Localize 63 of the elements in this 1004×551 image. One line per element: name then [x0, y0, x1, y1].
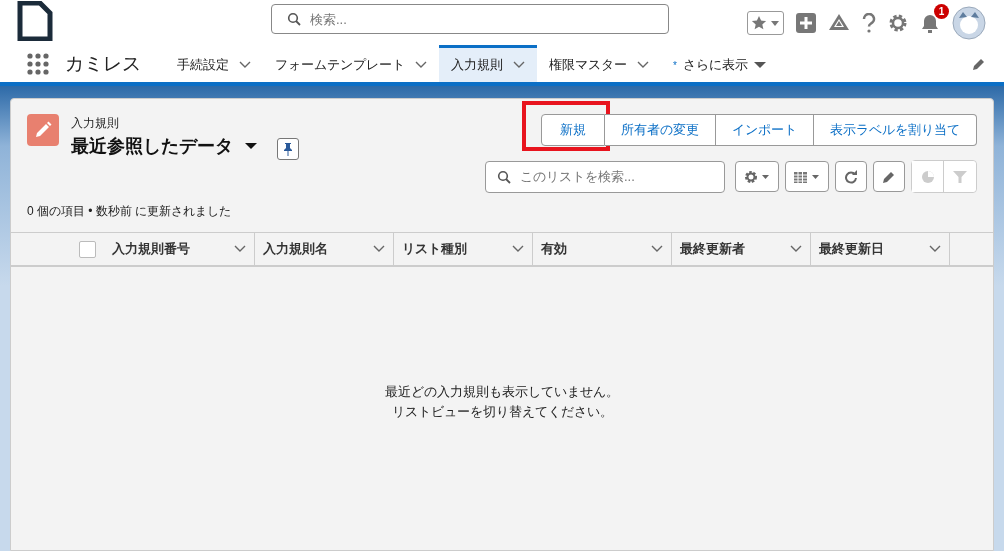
refresh-button[interactable]: [835, 161, 867, 192]
pin-button[interactable]: [277, 138, 299, 160]
search-icon: [287, 12, 301, 26]
column-header[interactable]: リスト種別: [394, 233, 533, 265]
chevron-icon: [512, 245, 524, 253]
pencil-icon: [27, 114, 59, 146]
help-icon[interactable]: [862, 12, 876, 33]
nav-tab[interactable]: 権限マスター: [537, 45, 661, 82]
list-search-field[interactable]: このリストを検索...: [485, 160, 725, 193]
settings-button[interactable]: [735, 161, 779, 192]
avatar-icon[interactable]: [952, 5, 986, 40]
action-button[interactable]: 表示ラベルを割り当て: [814, 114, 977, 146]
chevron-icon: [929, 245, 941, 253]
checkbox[interactable]: [79, 240, 96, 258]
column-header[interactable]: 入力規則番号: [11, 233, 255, 265]
favorites-button[interactable]: [747, 10, 784, 35]
nav-tab[interactable]: フォームテンプレート: [263, 45, 439, 82]
nav-tab[interactable]: 手続設定: [165, 45, 263, 82]
caret-icon: [770, 18, 780, 27]
list-status: 0 個の項目 • 数秒前 に更新されました: [26, 203, 233, 220]
search-icon: [497, 169, 511, 184]
chevron-icon: [239, 61, 251, 69]
notification-badge: 1: [934, 3, 949, 19]
pin-icon: [283, 142, 293, 156]
bell-icon[interactable]: [920, 12, 940, 33]
chevron-icon: [790, 245, 802, 253]
nav-tab[interactable]: 入力規則: [439, 45, 537, 82]
mountain-icon[interactable]: [828, 12, 850, 33]
empty-message: 最近どの入力規則も表示していません。: [385, 382, 619, 401]
action-button[interactable]: 所有者の変更: [605, 114, 716, 146]
chevron-icon: [651, 245, 663, 253]
settings-icon[interactable]: [888, 12, 908, 33]
object-label: 入力規則: [71, 115, 120, 132]
app-launcher-icon[interactable]: [27, 52, 49, 75]
app-name: カミレス: [65, 51, 141, 76]
chevron-icon: [415, 61, 427, 69]
chevron-icon: [373, 245, 385, 253]
table-caret-icon: [793, 169, 821, 184]
chevron-icon: [513, 61, 525, 69]
edit-icon[interactable]: [972, 56, 986, 71]
edit-button[interactable]: [873, 161, 905, 192]
action-button[interactable]: 新規: [541, 114, 605, 146]
gear-caret-icon: [744, 169, 770, 184]
refresh-icon: [844, 169, 858, 184]
chevron-icon: [637, 61, 649, 69]
column-header[interactable]: 入力規則名: [255, 233, 394, 265]
pencil-icon: [882, 169, 896, 184]
display-button[interactable]: [785, 161, 829, 192]
star-icon: [751, 14, 767, 31]
column-header[interactable]: 最終更新者: [672, 233, 811, 265]
search-field[interactable]: 検索...: [271, 4, 669, 34]
filter-icon: [953, 169, 967, 184]
list-view-title[interactable]: 最近参照したデータ: [71, 134, 233, 158]
pie-chart-icon: [920, 169, 935, 184]
chevron-icon: [234, 245, 246, 253]
empty-message: リストビューを切り替えてください。: [391, 402, 613, 421]
plus-icon[interactable]: [796, 12, 816, 33]
action-button[interactable]: インポート: [716, 114, 814, 146]
more-tab[interactable]: * さらに表示: [661, 45, 778, 82]
column-header[interactable]: 有効: [533, 233, 672, 265]
caret-icon[interactable]: [245, 142, 257, 150]
column-header[interactable]: 最終更新日: [811, 233, 950, 265]
caret-icon: [753, 61, 766, 69]
